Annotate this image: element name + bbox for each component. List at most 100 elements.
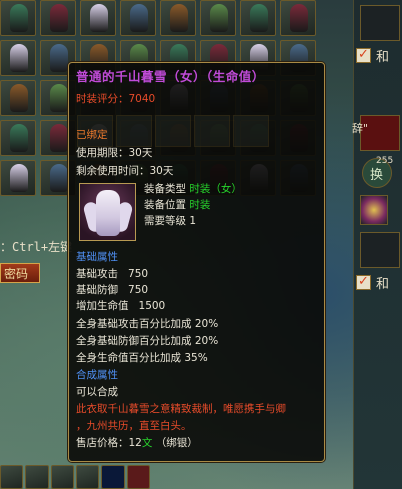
level-value: 1 xyxy=(189,215,197,227)
side-panel: 和 辞" 换 255 和 xyxy=(352,0,402,489)
inventory-slot[interactable] xyxy=(0,160,36,196)
price-label: 售店价格： xyxy=(76,437,129,449)
score-line: 时装评分：7040 xyxy=(76,91,155,107)
bottom-slot[interactable] xyxy=(25,465,49,489)
costume-icon xyxy=(50,84,68,112)
costume-icon xyxy=(50,4,68,32)
compose-attr-header: 合成属性 xyxy=(76,369,118,381)
remaining-line: 剩余使用时间：30天 xyxy=(76,163,173,179)
score-label: 时装评分： xyxy=(76,93,129,105)
description-line-1: 此衣取千山暮雪之意精致裁制，唯愿携手与卿 xyxy=(76,403,286,415)
pct-defense-line: 全身基础防御百分比加成 20% xyxy=(76,333,218,349)
bound-status: 已绑定 xyxy=(76,129,108,141)
pct-defense-value: 20% xyxy=(194,335,219,347)
bottom-slot[interactable] xyxy=(0,465,24,489)
inventory-slot[interactable] xyxy=(120,0,156,36)
side-checkbox-top[interactable] xyxy=(356,47,371,63)
costume-icon xyxy=(210,4,228,32)
base-attack-value: 750 xyxy=(128,268,149,280)
bottom-slot[interactable] xyxy=(50,465,74,489)
inventory-slot[interactable] xyxy=(0,0,36,36)
side-slot[interactable] xyxy=(360,5,400,41)
inventory-slot[interactable] xyxy=(40,0,76,36)
star-icon[interactable] xyxy=(360,195,388,225)
level-label: 需要等级 xyxy=(144,215,186,227)
item-icon xyxy=(79,183,136,241)
ctrl-hint-text: ：Ctrl+左键 xyxy=(0,240,73,254)
pct-attack-label: 全身基础攻击百分比加成 xyxy=(76,318,192,330)
costume-icon xyxy=(10,124,28,152)
pct-defense-label: 全身基础防御百分比加成 xyxy=(76,335,192,347)
remaining-value: 30天 xyxy=(149,165,174,177)
watermark-slot xyxy=(233,115,269,147)
costume-icon xyxy=(90,4,108,32)
bottom-slot[interactable] xyxy=(75,465,100,489)
level-line: 需要等级 1 xyxy=(144,213,196,229)
side-text-bottom: 和 xyxy=(376,277,390,292)
inventory-slot[interactable] xyxy=(0,80,36,116)
inventory-slot[interactable] xyxy=(0,120,36,156)
side-round-label: 换 xyxy=(370,168,384,183)
costume-icon xyxy=(50,44,68,72)
pct-hp-value: 35% xyxy=(184,352,208,364)
hp-bonus-label: 增加生命值 xyxy=(76,300,129,312)
inventory-slot[interactable] xyxy=(160,0,196,36)
watermark-slot xyxy=(116,115,152,147)
equip-pos-value: 时装 xyxy=(189,199,211,211)
costume-icon xyxy=(250,4,268,32)
score-value: 7040 xyxy=(128,93,156,105)
equip-pos-line: 装备位置 时装 xyxy=(144,197,210,213)
price-line: 售店价格：12文 （绑银） xyxy=(76,435,198,451)
duration-line: 使用期限：30天 xyxy=(76,145,152,161)
bottom-slot-bar xyxy=(0,465,150,489)
password-button[interactable]: 密码 xyxy=(0,263,40,283)
base-defense-value: 750 xyxy=(128,284,149,296)
inventory-slot[interactable] xyxy=(0,40,36,76)
base-attack-line: 基础攻击 750 xyxy=(76,266,148,282)
item-tooltip: 普通的千山暮雪（女）（生命值） 时装评分：7040 已绑定 使用期限：30天 剩… xyxy=(68,62,325,462)
equip-type-label: 装备类型 xyxy=(144,183,186,195)
watermark-slot xyxy=(194,115,230,147)
base-defense-line: 基础防御 750 xyxy=(76,282,148,298)
inventory-slot[interactable] xyxy=(280,0,316,36)
equip-type-line: 装备类型 时装（女） xyxy=(144,181,242,197)
item-title: 普通的千山暮雪（女）（生命值） xyxy=(76,69,265,84)
compose-value: 可以合成 xyxy=(76,386,118,398)
costume-icon xyxy=(10,44,28,72)
inventory-slot[interactable] xyxy=(80,0,116,36)
price-note: （绑银） xyxy=(155,437,198,449)
dress-figure xyxy=(96,190,120,236)
pct-attack-line: 全身基础攻击百分比加成 20% xyxy=(76,316,218,332)
side-text-top: 和 xyxy=(376,50,390,65)
pct-hp-label: 全身生命值百分比加成 xyxy=(76,352,181,364)
description-line-2: ，九州共历，直至白头。 xyxy=(76,420,192,432)
price-unit: 文 xyxy=(141,437,153,449)
bottom-slot[interactable] xyxy=(101,465,125,489)
costume-icon xyxy=(130,4,148,32)
inventory-slot[interactable] xyxy=(240,0,276,36)
hp-bonus-line: 增加生命值 1500 xyxy=(76,298,165,314)
price-value: 12 xyxy=(128,437,142,449)
costume-icon xyxy=(50,164,68,192)
costume-icon xyxy=(170,4,188,32)
costume-icon xyxy=(10,164,28,192)
duration-value: 30天 xyxy=(128,147,153,159)
duration-label: 使用期限： xyxy=(76,147,129,159)
pct-attack-value: 20% xyxy=(194,318,219,330)
bottom-slot[interactable] xyxy=(126,465,150,489)
hp-bonus-value: 1500 xyxy=(138,300,166,312)
remaining-label: 剩余使用时间： xyxy=(76,165,150,177)
watermark-slot xyxy=(155,115,191,147)
equip-type-value: 时装（女） xyxy=(189,183,242,195)
costume-icon xyxy=(10,4,28,32)
base-attr-header: 基础属性 xyxy=(76,251,118,263)
side-checkbox-bottom[interactable] xyxy=(356,274,371,290)
side-number: 255 xyxy=(376,156,394,166)
base-attack-label: 基础攻击 xyxy=(76,268,118,280)
costume-icon xyxy=(290,4,308,32)
side-slot-lower[interactable] xyxy=(360,232,400,268)
inventory-slot[interactable] xyxy=(200,0,236,36)
base-defense-label: 基础防御 xyxy=(76,284,118,296)
side-quote: 辞" xyxy=(352,122,369,135)
pct-hp-line: 全身生命值百分比加成 35% xyxy=(76,350,208,366)
